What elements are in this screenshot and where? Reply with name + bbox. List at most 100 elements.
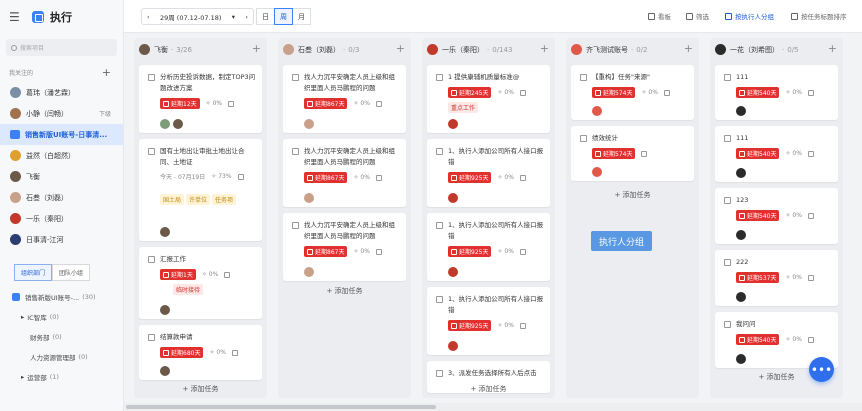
- toolbar-sort-button[interactable]: 按任务标题排序: [791, 11, 847, 21]
- task-checkbox[interactable]: [724, 321, 731, 328]
- task-checkbox[interactable]: [724, 197, 731, 204]
- task-checkbox[interactable]: [436, 296, 443, 303]
- task-card[interactable]: 111 延期540天 ✧ 0%: [715, 126, 838, 182]
- task-title: 1 提供康辅机质量标准@: [448, 73, 520, 81]
- assignee-avatars: [736, 354, 749, 364]
- overdue-badge: 延期867天: [304, 172, 348, 183]
- date-range-picker[interactable]: ‹ 29周 (07.12-07.18) ▾ ›: [141, 8, 254, 25]
- kanban-column: 齐飞测试账号 · 0/2 + 【重构】任务"来源" 延期574天 ✧ 0% 绩效统计 延期574…: [566, 38, 699, 398]
- task-card[interactable]: 1 提供康辅机质量标准@ 延期245天 ✧ 0% 重点工作: [427, 65, 550, 133]
- task-checkbox[interactable]: [148, 74, 155, 81]
- task-checkbox[interactable]: [292, 222, 299, 229]
- progress-text: 0%: [504, 322, 514, 329]
- date-range-label: 29周 (07.12-07.18): [159, 13, 222, 22]
- task-checkbox[interactable]: [436, 370, 443, 377]
- add-follow-icon[interactable]: +: [102, 66, 111, 79]
- add-task-button[interactable]: + 添加任务: [566, 190, 699, 200]
- task-card[interactable]: 1、执行人添加公司所有人接口报错 延期925天 ✧ 0%: [427, 139, 550, 207]
- task-checkbox[interactable]: [724, 135, 731, 142]
- task-card[interactable]: 111 延期540天 ✧ 0%: [715, 65, 838, 120]
- chevron-down-icon[interactable]: ▾: [232, 13, 235, 21]
- task-card[interactable]: 分析历史投诉数据，制定TOP3问题改进方案 延期12天 ✧ 0%: [139, 65, 262, 133]
- sidebar-item[interactable]: 益然（白超然）: [0, 145, 123, 166]
- sidebar-item[interactable]: 销售新版UI账号-日事清...: [0, 124, 123, 145]
- view-tab[interactable]: 周: [274, 8, 293, 25]
- task-card[interactable]: 【重构】任务"来源" 延期574天 ✧ 0%: [571, 65, 694, 120]
- next-week-icon[interactable]: ›: [245, 13, 248, 21]
- task-card[interactable]: 123 延期540天 ✧ 0%: [715, 188, 838, 244]
- add-task-button[interactable]: + 添加任务: [134, 384, 267, 394]
- sidebar-item[interactable]: 葛玮（潘艺霖）: [0, 82, 123, 103]
- task-card[interactable]: 找人力沉平安确定人员上级和组织里面人员马鹏程的问题 延期867天 ✧ 0%: [283, 139, 406, 207]
- task-card[interactable]: 汇报工作 延期1天 ✧ 0% 临时接待: [139, 247, 262, 319]
- sidebar-item[interactable]: 石叁（刘磊）: [0, 187, 123, 208]
- task-checkbox[interactable]: [148, 334, 155, 341]
- task-checkbox[interactable]: [436, 148, 443, 155]
- task-checkbox[interactable]: [580, 74, 587, 81]
- assignee-avatar: [160, 227, 170, 237]
- task-card[interactable]: 国有土地出让审批土地出让合同、土地证 今天 - 07月19日 ✧ 73% 国土局 许单位…: [139, 139, 262, 241]
- prev-week-icon[interactable]: ‹: [147, 13, 150, 21]
- expand-arrow-icon[interactable]: ▸: [21, 313, 24, 321]
- org-tab[interactable]: 组织部门: [14, 264, 53, 281]
- add-task-icon[interactable]: +: [396, 42, 405, 55]
- comment-icon: [807, 150, 814, 157]
- task-checkbox[interactable]: [292, 74, 299, 81]
- task-title: 国有土地出让审批土地出让合同、土地证: [160, 147, 245, 166]
- tree-item[interactable]: ▸ 运营部 (1): [0, 367, 123, 387]
- view-tab[interactable]: 日: [256, 8, 275, 25]
- assignee-avatars: [304, 267, 317, 277]
- avatar: [571, 44, 582, 55]
- task-checkbox[interactable]: [292, 148, 299, 155]
- task-card[interactable]: 找人力沉平安确定人员上级和组织里面人员马鹏程的问题 延期867天 ✧ 0%: [283, 65, 406, 133]
- progress-text: 73%: [218, 173, 232, 180]
- tree-item[interactable]: ▸ IC智库 (0): [0, 307, 123, 327]
- search-input[interactable]: 搜索项目: [6, 39, 117, 56]
- tree-item[interactable]: 销售新版UI账号-... (30): [0, 287, 123, 307]
- horizontal-scrollbar[interactable]: [124, 403, 862, 411]
- task-checkbox[interactable]: [724, 259, 731, 266]
- progress-value: ✧ 73%: [211, 173, 232, 180]
- toolbar-filter-button[interactable]: 筛选: [686, 11, 709, 21]
- sidebar-item[interactable]: 飞衡: [0, 166, 123, 187]
- add-task-icon[interactable]: +: [684, 42, 693, 55]
- task-checkbox[interactable]: [148, 148, 155, 155]
- toolbar-group-button[interactable]: 按执行人分组: [725, 11, 774, 21]
- sidebar-item[interactable]: 小静（闫畅） 下级: [0, 103, 123, 124]
- expand-arrow-icon[interactable]: ▸: [21, 373, 24, 381]
- add-task-button[interactable]: + 添加任务: [422, 384, 555, 394]
- tree-item[interactable]: 财务部 (0): [0, 327, 123, 347]
- task-checkbox[interactable]: [580, 135, 587, 142]
- followed-list: 葛玮（潘艺霖） 小静（闫畅） 下级 销售新版UI账号-日事清... 益然（白超然） 飞衡石…: [0, 82, 123, 250]
- sidebar-item[interactable]: 日事清-江河: [0, 229, 123, 250]
- task-card[interactable]: 结算款申请 延期680天 ✧ 0%: [139, 325, 262, 380]
- org-tab[interactable]: 团队小组: [52, 264, 91, 281]
- task-card[interactable]: 找人力沉平安确定人员上级和组织里面人员马鹏程的问题 延期867天 ✧ 0%: [283, 213, 406, 281]
- task-title: 分析历史投诉数据，制定TOP3问题改进方案: [160, 73, 256, 92]
- view-tab[interactable]: 月: [292, 8, 311, 25]
- progress-text: 0%: [648, 89, 658, 96]
- more-fab-button[interactable]: •••: [809, 357, 834, 382]
- sidebar-item[interactable]: 一乐（秦阳）: [0, 208, 123, 229]
- task-card[interactable]: 绩效统计 延期574天: [571, 126, 694, 181]
- add-task-icon[interactable]: +: [252, 42, 261, 55]
- task-card[interactable]: 1、执行人添加公司所有人接口报错 延期925天 ✧ 0%: [427, 287, 550, 355]
- task-meta: 延期537天 ✧ 0%: [736, 272, 814, 283]
- task-title: 【重构】任务"来源": [592, 73, 650, 81]
- add-task-icon[interactable]: +: [828, 42, 837, 55]
- task-checkbox[interactable]: [436, 222, 443, 229]
- toolbar-kanban-button[interactable]: 看板: [648, 11, 671, 21]
- menu-icon[interactable]: ☰: [9, 10, 27, 24]
- task-card[interactable]: 1、执行人添加公司所有人接口报错 延期925天 ✧ 0%: [427, 213, 550, 281]
- comment-icon: [663, 89, 670, 96]
- add-task-button[interactable]: + 添加任务: [278, 286, 411, 296]
- add-task-icon[interactable]: +: [540, 42, 549, 55]
- task-card[interactable]: 222 延期537天 ✧ 0%: [715, 250, 838, 306]
- comment-icon: [519, 89, 526, 96]
- task-checkbox[interactable]: [148, 256, 155, 263]
- assignee-avatars: [304, 193, 317, 203]
- task-checkbox[interactable]: [436, 74, 443, 81]
- task-checkbox[interactable]: [724, 74, 731, 81]
- tree-item[interactable]: 人力资源管理部 (0): [0, 347, 123, 367]
- scroll-thumb[interactable]: [126, 405, 436, 409]
